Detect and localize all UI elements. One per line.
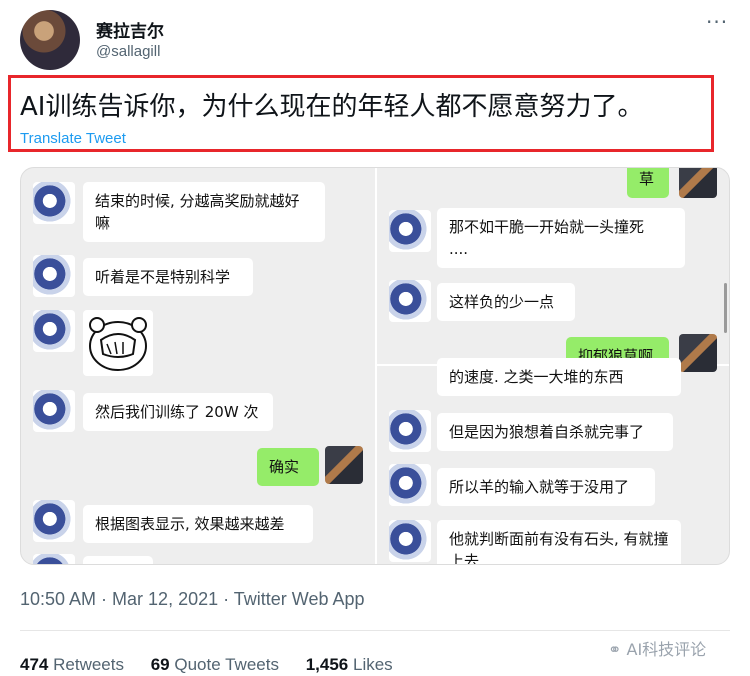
chat-bubble [83, 556, 153, 564]
my-chat-bubble: 确实 [257, 448, 319, 486]
retweets-count: 474 [20, 655, 49, 674]
wolf-avatar-icon [33, 255, 75, 297]
chat-bubble: 那不如干脆一开始就一头撞死 .... [437, 208, 685, 268]
watermark-text: AI科技评论 [626, 640, 707, 659]
chat-text: 所以羊的输入就等于没用了 [449, 478, 630, 496]
chat-text: 听着是不是特别科学 [95, 268, 231, 286]
watermark: ⚭ AI科技评论 [608, 636, 706, 660]
likes-stat[interactable]: 1,456 Likes [306, 655, 393, 674]
chat-bubble: 结束的时候, 分越高奖励就越好嘛 [83, 182, 325, 242]
author-handle[interactable]: @sallagill [96, 43, 160, 60]
chat-text: 然后我们训练了 20W 次 [95, 403, 259, 421]
wolf-avatar-icon [33, 390, 75, 432]
quotes-count: 69 [150, 655, 170, 674]
chat-bubble: 但是因为狼想着自杀就完事了 [437, 413, 673, 451]
quotes-label: Quote Tweets [174, 655, 279, 674]
chat-bubble: 听着是不是特别科学 [83, 258, 253, 296]
chat-text: 结束的时候, 分越高奖励就越好嘛 [95, 192, 300, 232]
scrollbar[interactable] [724, 283, 727, 333]
self-avatar-icon [325, 446, 363, 484]
author-avatar[interactable] [20, 10, 80, 70]
wolf-avatar-icon [33, 500, 75, 542]
chat-text: .... [449, 240, 469, 258]
my-chat-bubble: 草 [627, 168, 669, 198]
chat-bubble: 然后我们训练了 20W 次 [83, 393, 273, 431]
panel-divider [375, 168, 377, 564]
wolf-avatar-icon [33, 310, 75, 352]
self-avatar-icon [679, 334, 717, 372]
tweet-image[interactable]: 结束的时候, 分越高奖励就越好嘛 听着是不是特别科学 然后我们训练了 20W 次… [20, 167, 730, 565]
chat-bubble: 的速度. 之类一大堆的东西 [437, 358, 681, 396]
chat-bubble: 他就判断面前有没有石头, 有就撞上去 [437, 520, 681, 565]
facepalm-meme-icon [89, 317, 147, 371]
wolf-avatar-icon [389, 410, 431, 452]
translate-tweet-link[interactable]: Translate Tweet [20, 130, 126, 147]
wolf-avatar-icon [389, 280, 431, 322]
wolf-avatar-icon [33, 182, 75, 224]
wolf-avatar-icon [389, 520, 431, 562]
wolf-avatar-icon [389, 464, 431, 506]
chat-text: 草 [639, 170, 655, 188]
self-avatar-icon [679, 168, 717, 198]
chat-text: 那不如干脆一开始就一头撞死 [449, 218, 645, 236]
chat-text: 但是因为狼想着自杀就完事了 [449, 423, 645, 441]
meme-sticker [83, 310, 153, 376]
chat-text: 他就判断面前有没有石头, 有就撞上去 [449, 530, 669, 565]
divider [20, 630, 730, 631]
wolf-avatar-icon [389, 210, 431, 252]
chat-bubble: 根据图表显示, 效果越来越差 [83, 505, 313, 543]
chat-text: 这样负的少一点 [449, 293, 555, 311]
engagement-stats: 474 Retweets 69 Quote Tweets 1,456 Likes [20, 655, 415, 675]
quote-tweets-stat[interactable]: 69 Quote Tweets [151, 655, 279, 674]
chat-text: 的速度. 之类一大堆的东西 [449, 368, 624, 386]
tweet-text: AI训练告诉你，为什么现在的年轻人都不愿意努力了。 [20, 92, 644, 122]
retweets-label: Retweets [53, 655, 124, 674]
wechat-icon: ⚭ [608, 640, 622, 659]
retweets-stat[interactable]: 474 Retweets [20, 655, 124, 674]
likes-count: 1,456 [305, 655, 349, 674]
author-name[interactable]: 赛拉吉尔 [96, 17, 164, 42]
chat-text: 根据图表显示, 效果越来越差 [95, 515, 285, 533]
more-dots-icon[interactable]: ··· [706, 10, 728, 34]
chat-bubble: 所以羊的输入就等于没用了 [437, 468, 655, 506]
chat-bubble: 这样负的少一点 [437, 283, 575, 321]
likes-label: Likes [352, 655, 393, 674]
wolf-avatar-icon [33, 554, 75, 564]
tweet-timestamp[interactable]: 10:50 AM · Mar 12, 2021 · Twitter Web Ap… [20, 589, 365, 610]
chat-text: 确实 [269, 458, 300, 476]
